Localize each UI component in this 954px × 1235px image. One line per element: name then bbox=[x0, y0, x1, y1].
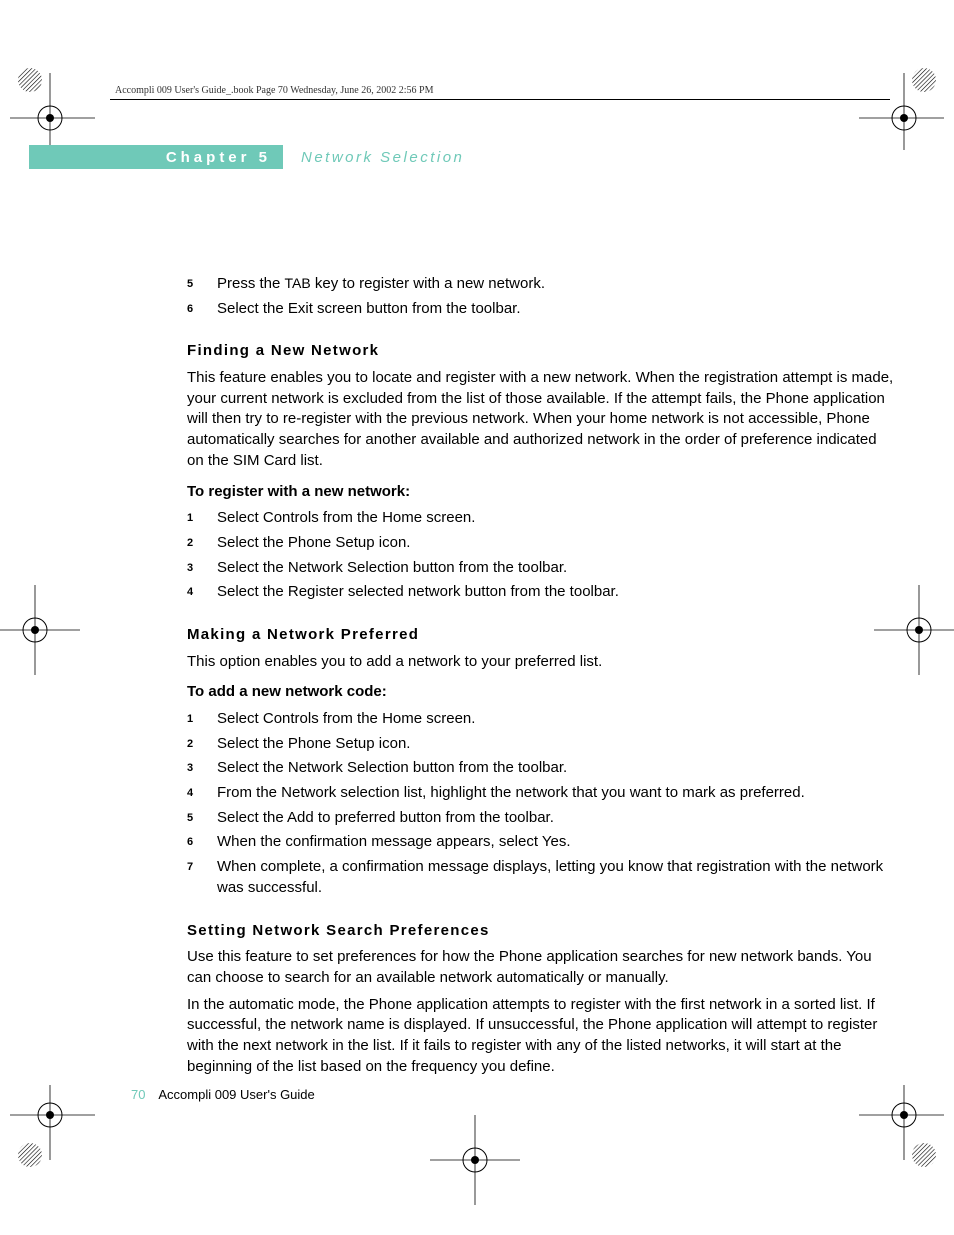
page-content: 5 Press the TAB key to register with a n… bbox=[187, 272, 897, 1083]
list-item: 1Select Controls from the Home screen. bbox=[187, 508, 897, 529]
list-item: 6When the confirmation message appears, … bbox=[187, 832, 897, 853]
paragraph: This feature enables you to locate and r… bbox=[187, 368, 897, 471]
crop-mark-icon bbox=[10, 1085, 100, 1175]
chapter-bar: Chapter 5 Network Selection bbox=[29, 145, 464, 169]
crop-mark-icon bbox=[10, 60, 100, 150]
section-heading: Making a Network Preferred bbox=[187, 625, 897, 646]
crop-mark-icon bbox=[0, 585, 80, 675]
crop-mark-icon bbox=[430, 1115, 520, 1205]
list-item: 5Select the Add to preferred button from… bbox=[187, 808, 897, 829]
subheading: To register with a new network: bbox=[187, 482, 897, 503]
section-heading: Finding a New Network bbox=[187, 341, 897, 362]
paragraph: This option enables you to add a network… bbox=[187, 652, 897, 673]
chapter-title: Network Selection bbox=[301, 149, 464, 166]
list-item: 4From the Network selection list, highli… bbox=[187, 783, 897, 804]
crop-mark-icon bbox=[854, 60, 944, 150]
page-footer: 70 Accompli 009 User's Guide bbox=[131, 1087, 315, 1102]
list-item: 2Select the Phone Setup icon. bbox=[187, 533, 897, 554]
subheading: To add a new network code: bbox=[187, 682, 897, 703]
paragraph: Use this feature to set preferences for … bbox=[187, 947, 897, 988]
chapter-label: Chapter 5 bbox=[166, 149, 271, 166]
list-item: 3Select the Network Selection button fro… bbox=[187, 558, 897, 579]
header-rule bbox=[110, 99, 890, 100]
section-heading: Setting Network Search Preferences bbox=[187, 921, 897, 942]
list-item: 5 Press the TAB key to register with a n… bbox=[187, 274, 897, 295]
list-item: 3Select the Network Selection button fro… bbox=[187, 758, 897, 779]
list-item: 4Select the Register selected network bu… bbox=[187, 582, 897, 603]
list-item: 7When complete, a confirmation message d… bbox=[187, 857, 897, 898]
list-item: 1Select Controls from the Home screen. bbox=[187, 709, 897, 730]
running-head: Accompli 009 User's Guide_.book Page 70 … bbox=[115, 85, 433, 96]
page-number: 70 bbox=[131, 1087, 145, 1102]
list-item: 6 Select the Exit screen button from the… bbox=[187, 299, 897, 320]
crop-mark-icon bbox=[854, 1085, 944, 1175]
list-item: 2Select the Phone Setup icon. bbox=[187, 734, 897, 755]
footer-title: Accompli 009 User's Guide bbox=[158, 1087, 314, 1102]
paragraph: In the automatic mode, the Phone applica… bbox=[187, 995, 897, 1078]
